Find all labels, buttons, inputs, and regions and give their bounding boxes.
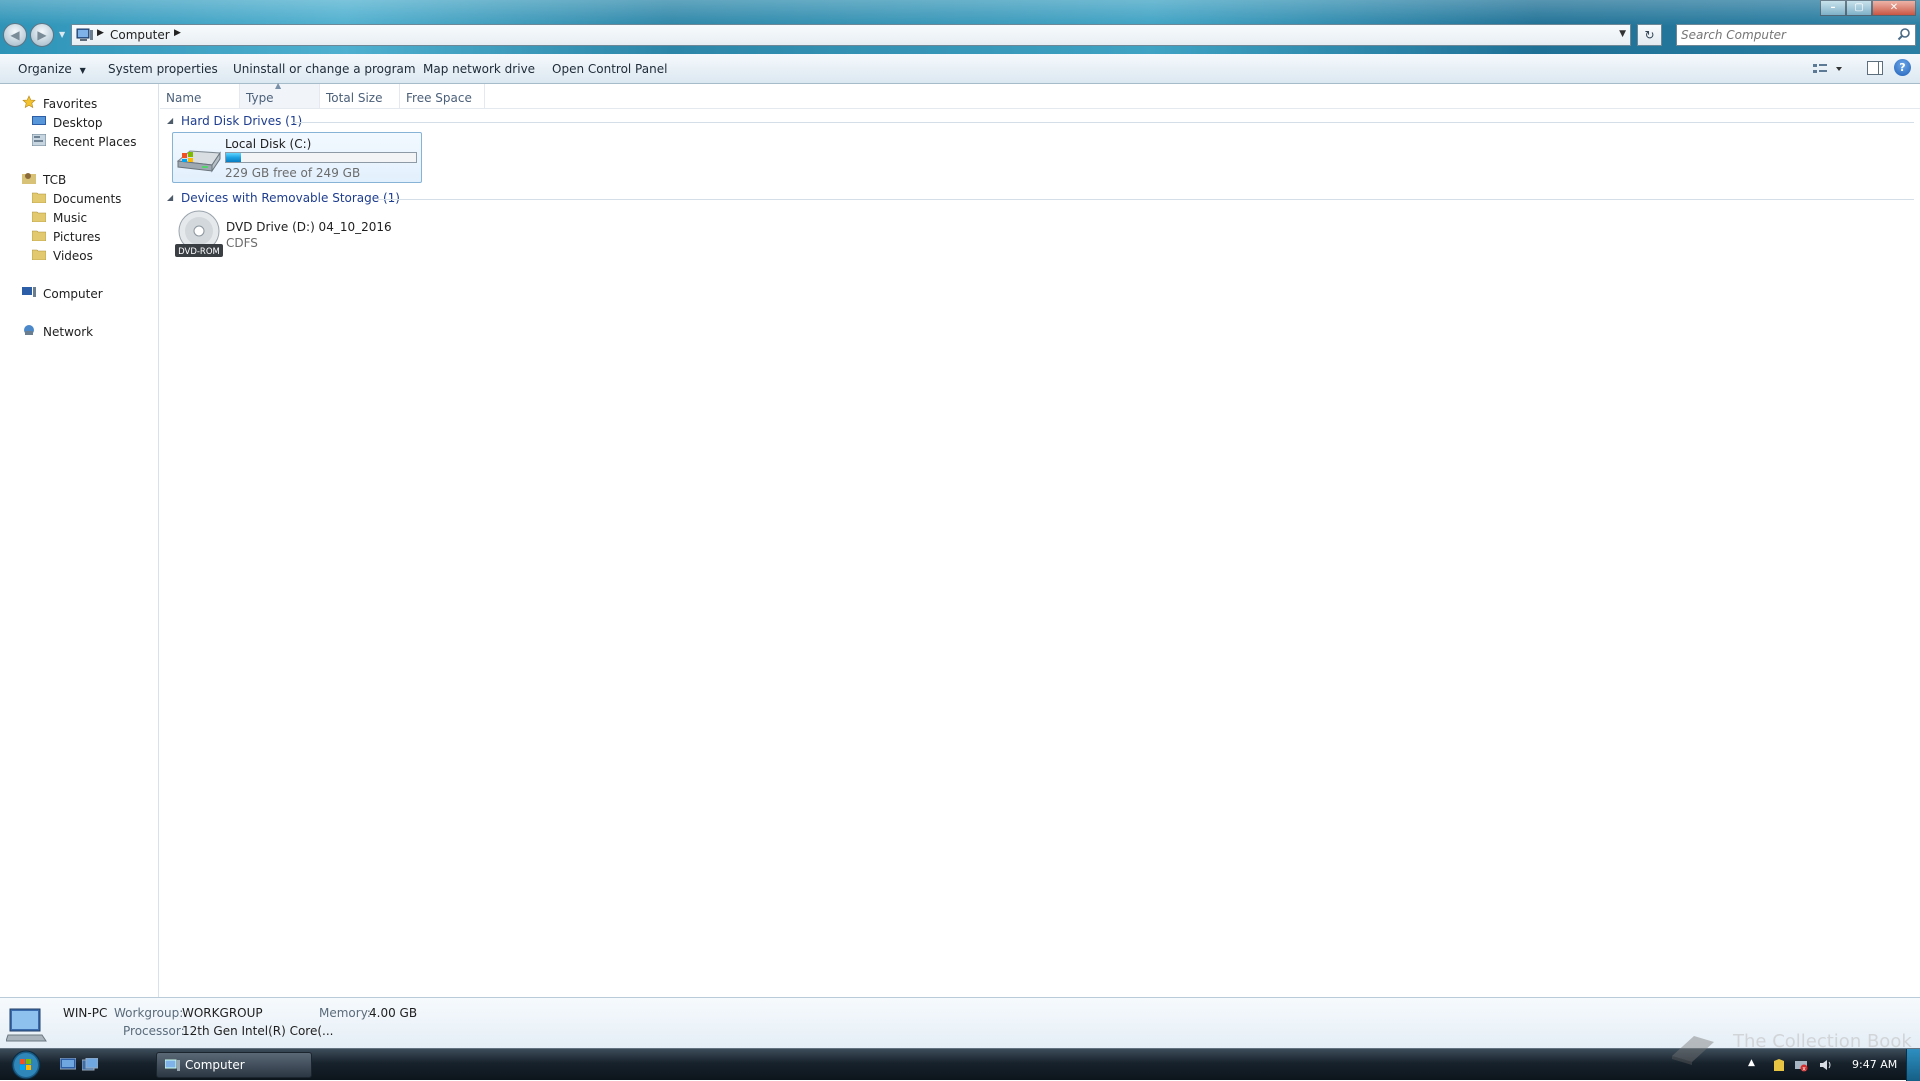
clock[interactable]: 9:47 AM [1852,1058,1897,1071]
videos-folder-icon [32,249,46,260]
drive-dvd-d[interactable]: DVD-ROM DVD Drive (D:) 04_10_2016 CDFS [174,210,424,260]
address-bar[interactable]: ▶ Computer ▶ ▼ [71,24,1631,46]
action-center-icon[interactable] [1772,1058,1786,1072]
nav-user-tcb[interactable]: TCB [43,173,66,187]
hard-drive-icon [176,150,221,173]
breadcrumb-arrow[interactable]: ▶ [174,28,181,38]
network-icon [24,325,34,335]
organize-menu[interactable]: Organize ▼ [18,62,86,76]
maximize-button[interactable]: ▢ [1846,0,1872,16]
forward-button[interactable]: ▶ [30,23,54,47]
title-bar: ◀ ▶ ▼ ▶ Computer ▶ ▼ ↻ – ▢ ✕ [0,0,1920,54]
memory-value: 4.00 GB [369,1006,418,1020]
nav-recent-places[interactable]: Recent Places [53,135,136,149]
nav-favorites[interactable]: Favorites [43,97,97,111]
computer-icon [22,287,36,297]
computer-icon [165,1059,180,1071]
search-input[interactable] [1681,27,1886,43]
show-hidden-icons-icon[interactable]: ▲ [1748,1058,1762,1072]
drive-c-usage-fill [226,153,242,162]
refresh-button[interactable]: ↻ [1637,24,1662,46]
nav-documents[interactable]: Documents [53,192,121,206]
recent-pages-dropdown[interactable]: ▼ [59,30,67,39]
collapse-group-icon[interactable]: ◢ [167,193,173,202]
group-header-removable[interactable]: Devices with Removable Storage (1) [181,191,400,205]
drive-local-disk-c[interactable]: Local Disk (C:) 229 GB free of 249 GB [172,132,422,183]
column-header-free-space[interactable]: Free Space [400,84,485,108]
processor-label: Processor: [123,1024,185,1038]
show-desktop-button[interactable] [1906,1049,1920,1081]
column-header-total-size[interactable]: Total Size [320,84,400,108]
preview-pane-icon[interactable] [1867,61,1883,75]
sort-ascending-icon: ▲ [275,81,282,90]
switch-windows-icon[interactable] [82,1058,98,1071]
computer-name: WIN-PC [63,1006,108,1020]
book-logo-icon [1672,1036,1714,1065]
nav-videos[interactable]: Videos [53,249,93,263]
volume-icon[interactable] [1818,1058,1832,1072]
column-headers: Name Type ▲ Total Size Free Space [160,81,1920,109]
nav-computer[interactable]: Computer [43,287,103,301]
svg-text:x: x [1802,1066,1806,1073]
processor-value: 12th Gen Intel(R) Core(... [182,1024,334,1038]
command-bar: Organize ▼ System properties Uninstall o… [0,54,1920,84]
memory-label: Memory: [319,1006,371,1020]
recent-places-icon [32,134,46,146]
drive-d-name: DVD Drive (D:) 04_10_2016 [226,220,392,234]
search-icon[interactable] [1897,27,1911,41]
dvd-rom-badge: DVD-ROM [178,247,220,257]
back-button[interactable]: ◀ [3,23,27,47]
start-button[interactable] [5,1049,47,1081]
chevron-down-icon: ▼ [79,66,86,75]
open-control-panel-button[interactable]: Open Control Panel [552,62,667,76]
map-network-drive-button[interactable]: Map network drive [423,62,535,76]
taskbar-button-label: Computer [185,1058,245,1072]
minimize-button[interactable]: – [1820,0,1846,16]
nav-pictures[interactable]: Pictures [53,230,101,244]
group-divider [378,199,1914,200]
star-icon [22,95,36,109]
close-button[interactable]: ✕ [1872,0,1916,16]
show-desktop-icon[interactable] [60,1058,76,1071]
details-pane: WIN-PC Workgroup: WORKGROUP Memory: 4.00… [0,997,1920,1048]
pictures-folder-icon [32,230,46,241]
help-icon[interactable]: ? [1894,59,1911,76]
watermark-text: The Collection Book [1733,1031,1912,1052]
search-box[interactable] [1676,24,1916,46]
collapse-group-icon[interactable]: ◢ [167,116,173,125]
nav-network[interactable]: Network [43,325,93,339]
drive-c-free-space: 229 GB free of 249 GB [225,166,361,180]
system-properties-button[interactable]: System properties [108,62,218,76]
dvd-drive-icon: DVD-ROM [175,210,223,257]
computer-icon [6,1008,47,1042]
drive-c-name: Local Disk (C:) [225,137,312,151]
computer-icon [76,28,93,41]
breadcrumb-arrow[interactable]: ▶ [97,28,104,38]
user-folder-icon [22,173,36,184]
organize-label: Organize [18,62,72,76]
change-view-icon[interactable] [1810,61,1846,77]
drive-d-filesystem: CDFS [226,236,258,250]
group-divider [292,122,1914,123]
content-pane: Name Type ▲ Total Size Free Space ◢ Hard… [160,81,1920,997]
nav-desktop[interactable]: Desktop [53,116,103,130]
music-folder-icon [32,211,46,222]
documents-folder-icon [32,192,46,203]
workgroup-value: WORKGROUP [182,1006,263,1020]
nav-music[interactable]: Music [53,211,87,225]
drive-c-usage-bar [225,152,417,163]
column-header-name[interactable]: Name [160,84,240,108]
navigation-pane: Favorites Desktop Recent Places TCB Docu… [0,84,159,997]
window-controls: – ▢ ✕ [1820,0,1916,17]
group-header-hard-disks[interactable]: Hard Disk Drives (1) [181,114,302,128]
network-status-icon[interactable]: x [1794,1058,1808,1072]
desktop-icon [32,116,46,125]
workgroup-label: Workgroup: [114,1006,184,1020]
taskbar-button-computer[interactable]: Computer [156,1052,312,1078]
breadcrumb-computer[interactable]: Computer [110,28,170,42]
uninstall-program-button[interactable]: Uninstall or change a program [233,62,416,76]
address-dropdown-icon[interactable]: ▼ [1619,29,1626,39]
taskbar: Computer ▲ x 9:47 AM [0,1048,1920,1081]
